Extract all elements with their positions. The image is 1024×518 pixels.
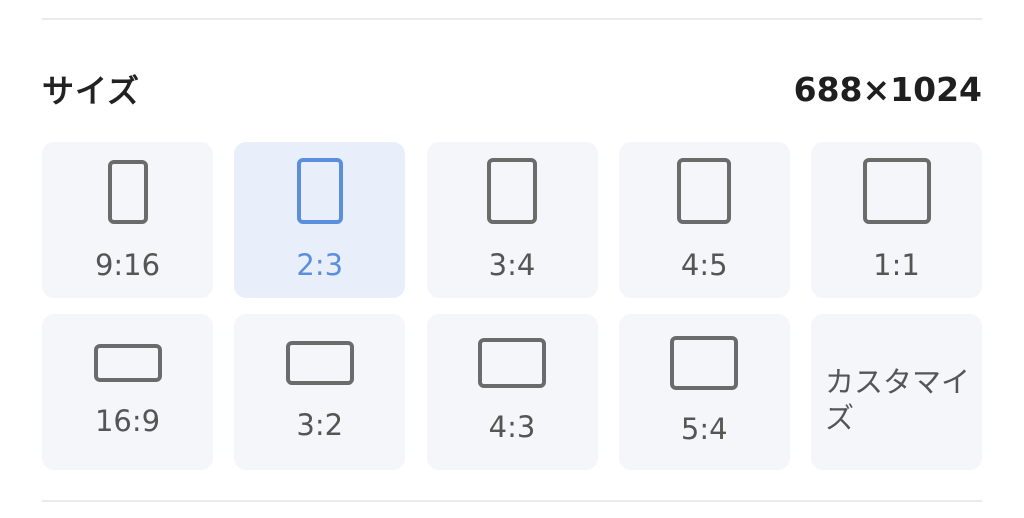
- bottom-divider: [42, 500, 982, 502]
- size-section-header: サイズ 688×1024: [42, 64, 982, 114]
- ratio-option-16-9[interactable]: 16:9: [42, 314, 213, 470]
- ratio-label: 3:4: [488, 248, 536, 282]
- square-ratio-icon: [862, 158, 931, 224]
- ratio-label: 4:5: [680, 248, 728, 282]
- aspect-ratio-grid: 9:16 2:3 3:4 4:5 1:1 16:9 3:2 4:3 5:4 カス…: [42, 142, 982, 470]
- ratio-option-4-5[interactable]: 4:5: [618, 142, 790, 298]
- ratio-label: 16:9: [94, 404, 161, 438]
- ratio-option-1-1[interactable]: 1:1: [811, 142, 982, 298]
- ratio-option-5-4[interactable]: 5:4: [618, 314, 790, 470]
- ratio-option-custom[interactable]: カスタマイズ: [811, 314, 982, 470]
- landscape-ratio-icon: [670, 336, 739, 390]
- ratio-option-9-16[interactable]: 9:16: [42, 142, 213, 298]
- landscape-ratio-icon: [285, 341, 354, 385]
- ratio-option-2-3[interactable]: 2:3: [234, 142, 406, 298]
- portrait-ratio-icon: [487, 158, 537, 224]
- ratio-label: 4:3: [488, 410, 536, 444]
- current-size-value: 688×1024: [793, 69, 982, 109]
- portrait-ratio-icon: [677, 158, 732, 224]
- landscape-ratio-icon: [478, 338, 546, 388]
- ratio-label: 9:16: [94, 248, 161, 282]
- ratio-option-3-2[interactable]: 3:2: [234, 314, 406, 470]
- ratio-label: 3:2: [296, 408, 344, 442]
- portrait-ratio-icon: [107, 160, 148, 224]
- top-divider: [42, 18, 982, 20]
- ratio-option-3-4[interactable]: 3:4: [426, 142, 598, 298]
- section-title: サイズ: [42, 72, 141, 110]
- ratio-label: 2:3: [296, 248, 344, 282]
- landscape-ratio-icon: [93, 344, 162, 382]
- ratio-label: 1:1: [873, 248, 920, 282]
- ratio-option-4-3[interactable]: 4:3: [426, 314, 598, 470]
- custom-ratio-label: カスタマイズ: [825, 365, 971, 435]
- ratio-label: 5:4: [680, 412, 728, 446]
- portrait-ratio-icon: [296, 158, 343, 224]
